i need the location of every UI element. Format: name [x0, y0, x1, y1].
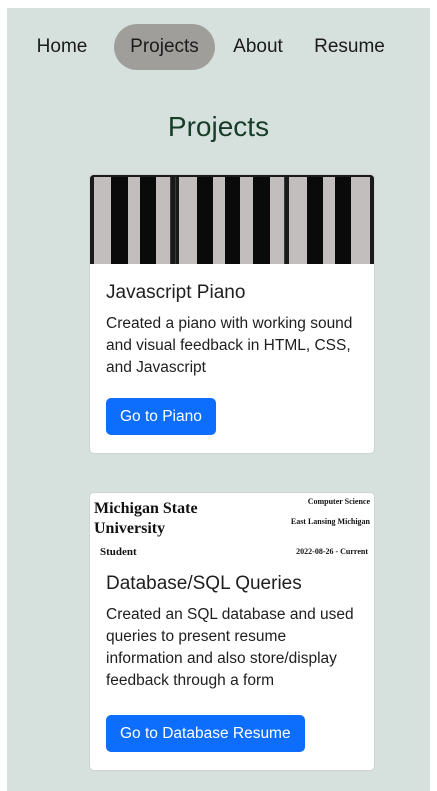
- go-to-piano-button[interactable]: Go to Piano: [106, 398, 216, 435]
- resume-snippet-image: Michigan State University Computer Scien…: [90, 493, 374, 561]
- project-card-piano: Javascript Piano Created a piano with wo…: [89, 174, 375, 454]
- card-description: Created an SQL database and used queries…: [106, 606, 354, 689]
- card-description: Created a piano with working sound and v…: [106, 315, 353, 376]
- nav-about-link[interactable]: About: [221, 24, 295, 70]
- page-background: Home Projects About Resume Projects Java…: [7, 8, 430, 791]
- resume-location: East Lansing Michigan: [290, 517, 370, 526]
- resume-institution: Michigan State University: [94, 500, 198, 537]
- page-title: Projects: [167, 111, 270, 142]
- card-title: Database/SQL Queries: [106, 573, 302, 594]
- card-title: Javascript Piano: [106, 282, 246, 303]
- piano-keys-image: [90, 175, 374, 264]
- resume-dates: 2022-08-26 - Current: [296, 547, 368, 556]
- resume-role: Student: [100, 546, 137, 558]
- nav-projects-link[interactable]: Projects: [114, 24, 215, 70]
- resume-department: Computer Science: [307, 497, 370, 506]
- top-navigation: Home Projects About Resume: [7, 24, 430, 70]
- go-to-database-resume-button[interactable]: Go to Database Resume: [106, 715, 305, 752]
- project-card-database: Michigan State University Computer Scien…: [89, 492, 375, 771]
- nav-home-link[interactable]: Home: [30, 24, 94, 70]
- piano-keys-graphic: [90, 175, 374, 264]
- nav-resume-link[interactable]: Resume: [306, 24, 393, 70]
